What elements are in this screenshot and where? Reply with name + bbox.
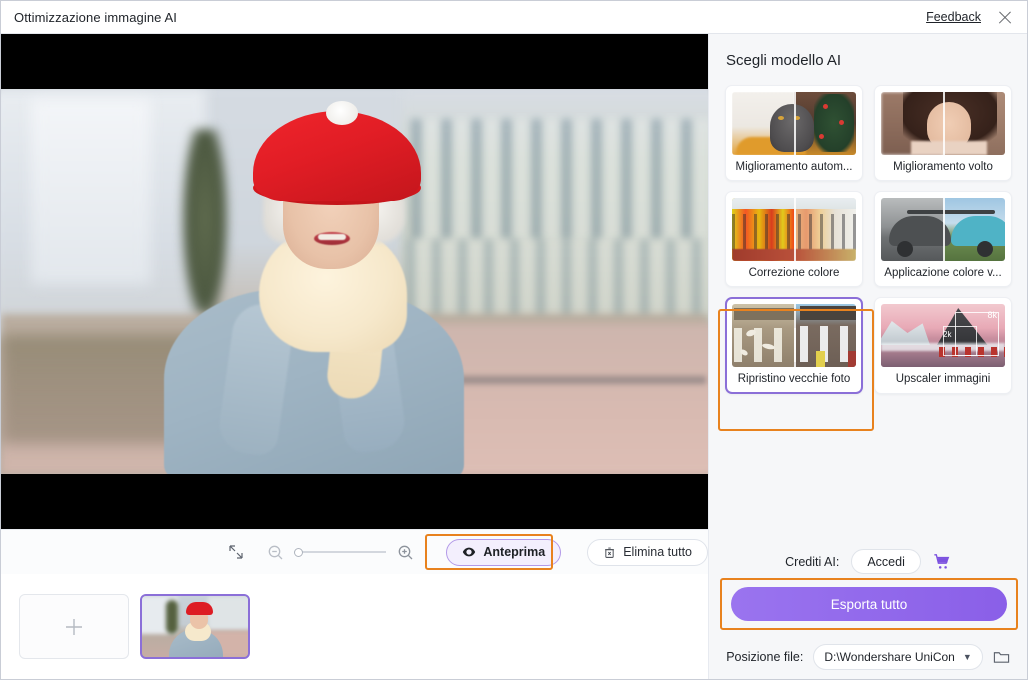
preview-button[interactable]: Anteprima (446, 538, 562, 566)
title-bar-actions: Feedback (926, 7, 1027, 27)
zoom-slider-thumb[interactable] (294, 547, 304, 557)
credits-row: Crediti AI: Accedi (709, 549, 1027, 574)
delete-all-button[interactable]: Elimina tutto (587, 538, 708, 566)
photo-railing (441, 376, 706, 384)
photo-building-left-2 (31, 99, 151, 284)
model-label: Applicazione colore v... (884, 267, 1002, 279)
file-location-row: Posizione file: D:\Wondershare UniCon ▼ (709, 644, 1027, 670)
credits-label: Crediti AI: (785, 554, 840, 569)
model-label: Miglioramento volto (893, 161, 993, 173)
preview-button-label: Anteprima (483, 545, 546, 559)
file-location-select[interactable]: D:\Wondershare UniCon ▼ (813, 644, 983, 670)
model-card-auto-enhance[interactable]: Miglioramento autom... (725, 85, 863, 181)
model-grid: Miglioramento autom... Miglioramento vol… (725, 85, 1027, 394)
photo-building-arches-2 (406, 239, 708, 319)
upscale-badge-low: 2k (943, 330, 952, 339)
ai-model-panel: Scegli modello AI Miglioramento autom... (708, 34, 1027, 679)
photo-path (431, 324, 708, 474)
thumbnail-strip (1, 574, 708, 679)
model-label: Ripristino vecchie foto (737, 373, 851, 385)
login-button[interactable]: Accedi (851, 549, 921, 574)
fit-to-screen-icon[interactable] (226, 541, 247, 563)
feedback-link[interactable]: Feedback (926, 10, 981, 24)
thumbnail-building-right (208, 596, 248, 630)
chevron-down-icon: ▼ (962, 652, 972, 662)
thumbnail-hat (186, 602, 213, 615)
model-label: Miglioramento autom... (735, 161, 853, 173)
model-thumbnail-face-enhance (881, 92, 1005, 155)
model-card-colorize[interactable]: Applicazione colore v... (874, 191, 1012, 287)
preview-toolbar: Anteprima Elimina tutto (1, 529, 708, 574)
file-location-label: Posizione file: (726, 650, 804, 664)
shopping-cart-icon[interactable] (933, 553, 951, 571)
thumbnail-tree (166, 600, 178, 634)
list-item[interactable] (140, 594, 250, 659)
model-label: Upscaler immagini (895, 373, 991, 385)
title-bar: Ottimizzazione immagine AI Feedback (1, 1, 1027, 34)
model-label: Correzione colore (748, 267, 840, 279)
zoom-slider-track (298, 551, 387, 553)
zoom-out-icon[interactable] (264, 541, 286, 563)
window-title: Ottimizzazione immagine AI (14, 9, 177, 25)
delete-all-button-label: Elimina tutto (623, 545, 692, 559)
close-icon[interactable] (995, 7, 1015, 27)
eye-icon (462, 545, 476, 559)
model-thumbnail-image-upscaler: 2k 8k (881, 304, 1005, 367)
zoom-controls (264, 541, 416, 563)
upscale-badge-high: 8k (987, 310, 997, 320)
photo-tree (181, 129, 229, 329)
photo-building-arches (411, 119, 708, 239)
photo-hat-pompom (326, 101, 358, 125)
file-location-value: D:\Wondershare UniCon (824, 650, 955, 664)
ai-image-enhancer-window: Ottimizzazione immagine AI Feedback Ante… (0, 0, 1028, 680)
panel-title: Scegli modello AI (726, 52, 842, 69)
model-thumbnail-colorize (881, 198, 1005, 261)
folder-icon[interactable] (993, 649, 1010, 665)
zoom-slider[interactable] (294, 545, 387, 559)
zoom-in-icon[interactable] (394, 541, 416, 563)
model-thumbnail-old-photo-restore (732, 304, 856, 367)
preview-photo (1, 89, 708, 474)
preview-stage[interactable] (1, 34, 708, 529)
trash-icon (603, 546, 616, 559)
model-thumbnail-color-correction (732, 198, 856, 261)
model-card-face-enhance[interactable]: Miglioramento volto (874, 85, 1012, 181)
model-card-color-correction[interactable]: Correzione colore (725, 191, 863, 287)
plus-icon (61, 614, 87, 640)
export-all-button[interactable]: Esporta tutto (731, 587, 1007, 621)
model-card-image-upscaler[interactable]: 2k 8k Upscaler immagini (874, 297, 1012, 394)
model-card-old-photo-restore[interactable]: Ripristino vecchie foto (725, 297, 863, 394)
model-thumbnail-auto-enhance (732, 92, 856, 155)
add-image-button[interactable] (19, 594, 129, 659)
photo-teeth (318, 234, 346, 240)
